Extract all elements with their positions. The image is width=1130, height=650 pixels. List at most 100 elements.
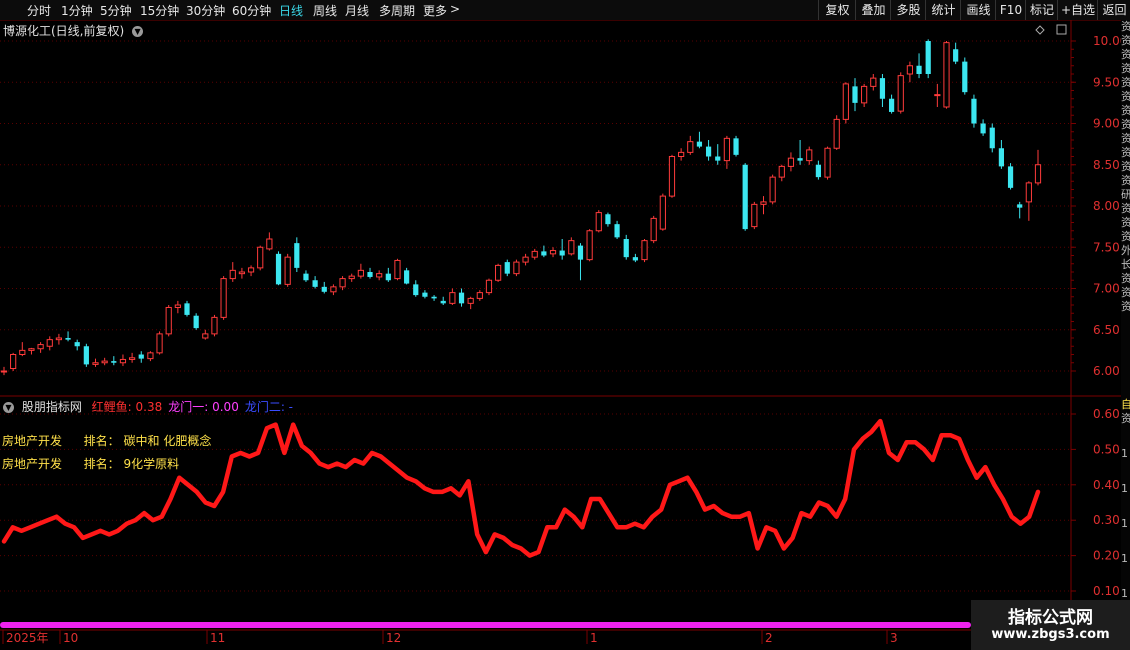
side-panel-char: 资	[1121, 146, 1130, 159]
rank-sector: 房地产开发	[2, 457, 63, 471]
candle-body	[833, 118, 840, 149]
candle-body	[541, 251, 547, 256]
candle-body	[623, 239, 629, 258]
candle	[705, 140, 712, 161]
side-panel-char: 1	[1121, 482, 1128, 495]
candle-body	[129, 357, 136, 360]
candle-body	[37, 344, 44, 350]
candle-body	[815, 164, 821, 178]
candle	[413, 280, 419, 297]
candle	[888, 94, 895, 114]
candle	[824, 146, 831, 180]
candle	[174, 300, 181, 314]
candle-body	[925, 41, 931, 74]
price-axis: 10.009.509.008.508.007.507.006.506.00	[1035, 20, 1127, 630]
candle-body	[705, 146, 712, 157]
candle-body	[934, 94, 941, 97]
candle-body	[797, 158, 803, 161]
candle-body	[147, 352, 154, 360]
price-tick-label: 8.00	[1093, 199, 1120, 213]
candle	[0, 366, 8, 376]
side-panel-char: 资	[1121, 286, 1130, 299]
candle	[394, 258, 401, 281]
candle	[641, 239, 648, 263]
candle-body	[769, 176, 776, 203]
chevron-down-icon[interactable]: ▼	[3, 402, 14, 413]
candle-body	[303, 273, 309, 281]
candle	[376, 270, 383, 281]
price-tick-label: 6.50	[1093, 323, 1120, 337]
indicator-tick-label: 0.10	[1093, 584, 1120, 598]
candle-body	[220, 278, 227, 318]
candle	[787, 152, 795, 172]
candle	[495, 263, 502, 282]
candle-body	[312, 280, 318, 287]
time-label: 11	[210, 631, 225, 645]
side-panel-lower: 自资111111	[1121, 398, 1130, 630]
candle-body	[1007, 166, 1014, 188]
candle	[422, 290, 428, 299]
candle	[92, 358, 99, 367]
indicator-param: 龙门二: -	[244, 400, 294, 414]
side-panel-char: 资	[1121, 48, 1130, 61]
candle	[815, 160, 821, 180]
candle	[156, 331, 163, 355]
candle	[742, 163, 748, 231]
candle	[879, 74, 886, 107]
candle-body	[184, 303, 190, 315]
diamond-icon	[1035, 25, 1045, 35]
candle	[916, 53, 922, 79]
candle	[1034, 149, 1042, 186]
candle	[733, 135, 739, 157]
candle-body	[549, 250, 557, 255]
candle-body	[65, 338, 71, 340]
candle-body	[504, 262, 510, 274]
candle-body	[101, 360, 108, 364]
candle	[797, 140, 803, 165]
candle-body	[742, 164, 748, 230]
side-panel-char: 资	[1121, 62, 1130, 75]
candle	[586, 229, 593, 262]
candle-body	[275, 253, 282, 285]
candle	[870, 74, 877, 91]
candle-body	[476, 292, 483, 299]
rank-text: 9化学原料	[123, 457, 180, 471]
time-axis: 2025年 10 11 12 1 2 3	[2, 630, 898, 645]
candle-body	[678, 151, 685, 157]
candle	[37, 342, 44, 353]
candle	[247, 265, 255, 277]
candle-body	[787, 157, 795, 167]
candle-body	[586, 230, 593, 261]
candle-body	[449, 292, 456, 304]
chevron-down-icon[interactable]: ▼	[132, 26, 144, 37]
candle	[55, 333, 63, 345]
candle-body	[659, 195, 666, 230]
candle	[668, 154, 676, 198]
candle-body	[723, 137, 730, 162]
candle	[202, 329, 209, 340]
candle-body	[247, 267, 255, 273]
candle-body	[284, 256, 291, 285]
candle-body	[888, 98, 895, 112]
right-side-panel[interactable]: 资资资资资资资资资资资资研资资资外长资资资自资111111	[1121, 20, 1130, 630]
side-panel-char: 研	[1121, 188, 1130, 201]
side-panel-char: 资	[1121, 216, 1130, 229]
indicator-tick-label: 0.40	[1093, 478, 1120, 492]
candle	[294, 237, 300, 272]
candle-body	[193, 315, 199, 329]
candle-body	[696, 141, 703, 147]
stock-title[interactable]: 博源化工(日线,前复权) ▼	[3, 22, 144, 39]
candle	[971, 94, 977, 128]
candle	[257, 245, 264, 271]
indicator-name[interactable]: 股朋指标网	[22, 400, 82, 414]
candle	[74, 339, 80, 351]
indicator-params: 红鲤鱼: 0.38 龙门一: 0.00 龙门二: -	[86, 400, 293, 414]
candle-body	[522, 256, 529, 263]
side-panel-char: 资	[1121, 76, 1130, 89]
candle	[861, 83, 868, 107]
candle-body	[513, 261, 520, 275]
candle-body	[422, 292, 428, 297]
indicator-tick-label: 0.20	[1093, 549, 1120, 563]
candle	[833, 115, 840, 150]
side-panel-char: 资	[1121, 104, 1130, 117]
